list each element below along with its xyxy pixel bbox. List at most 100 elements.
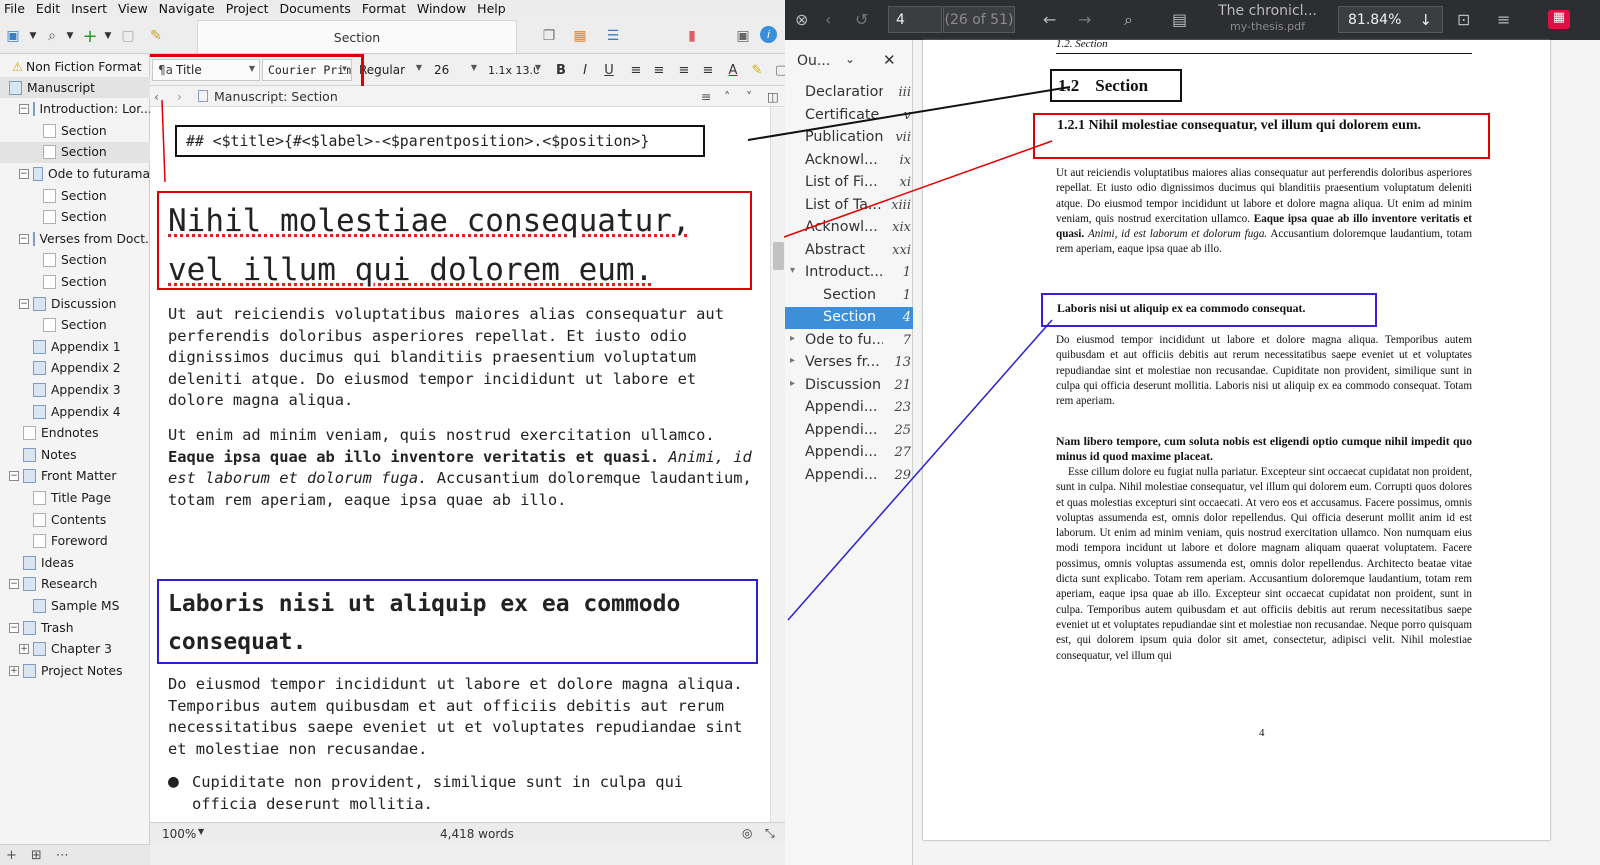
outline-item[interactable]: List of Ta... xiii: [785, 195, 913, 217]
expand-toggle-icon[interactable]: −: [9, 471, 19, 482]
align-right-icon[interactable]: ≡: [699, 61, 717, 79]
highlight-icon[interactable]: ✎: [748, 61, 766, 79]
menu-help[interactable]: Help: [477, 1, 506, 16]
expand-toggle-icon[interactable]: −: [19, 104, 29, 115]
binder-item[interactable]: − Introduction: Lor...: [0, 99, 152, 120]
chevron-down-icon[interactable]: ⌄: [845, 52, 855, 66]
outline-item[interactable]: Appendi... 25: [785, 420, 913, 442]
history-icon[interactable]: ↺: [855, 10, 868, 29]
app-icon[interactable]: ▦: [1548, 10, 1570, 29]
binder-item[interactable]: − Verses from Doct...: [0, 228, 157, 249]
expanded-arrow-icon[interactable]: ▾: [790, 265, 795, 276]
add-icon[interactable]: +: [80, 26, 100, 47]
outline-item[interactable]: Section 4: [785, 307, 913, 329]
binder-item[interactable]: + Chapter 3: [0, 639, 150, 660]
split-view-icon[interactable]: ◫: [767, 89, 779, 104]
outline-dropdown[interactable]: Ou...: [797, 53, 830, 69]
outline-item[interactable]: Declaration iii: [785, 82, 913, 104]
outline-item[interactable]: Publication vii: [785, 127, 913, 149]
menu-project[interactable]: Project: [226, 1, 269, 16]
binder-item[interactable]: Appendix 2: [0, 358, 150, 379]
binder-item[interactable]: Foreword: [0, 531, 150, 552]
binder-item[interactable]: − Trash: [0, 617, 150, 638]
font-weight-select[interactable]: Regular ▼: [354, 59, 426, 81]
search-icon[interactable]: ⌕: [42, 26, 62, 46]
menu-documents[interactable]: Documents: [280, 1, 351, 16]
more-icon[interactable]: ⋯: [56, 848, 69, 863]
font-size-select[interactable]: 26 ▼: [429, 59, 481, 81]
binder-item[interactable]: − Front Matter: [0, 466, 150, 487]
document-properties-icon[interactable]: ▤: [1172, 10, 1187, 29]
binder-item[interactable]: Sample MS: [0, 595, 150, 616]
expand-toggle-icon[interactable]: +: [9, 665, 19, 676]
bookmark-icon[interactable]: ▮: [682, 26, 702, 46]
outline-item[interactable]: ▸ Discussion 21: [785, 375, 913, 397]
outline-item[interactable]: Appendi... 29: [785, 465, 913, 487]
binder-item[interactable]: Appendix 3: [0, 379, 150, 400]
outline-item[interactable]: Section 1: [785, 285, 913, 307]
binder-item[interactable]: Section: [0, 141, 150, 163]
expand-toggle-icon[interactable]: −: [9, 579, 19, 590]
zoom-select[interactable]: 81.84% ↓: [1338, 6, 1443, 33]
expand-toggle-icon[interactable]: −: [9, 622, 19, 633]
binder-item[interactable]: Contents: [0, 509, 150, 530]
outline-item[interactable]: Appendi... 27: [785, 442, 913, 464]
menu-lines-icon[interactable]: ≡: [701, 89, 711, 104]
arrow-left-icon[interactable]: ←: [1043, 10, 1056, 29]
collapsed-arrow-icon[interactable]: ▸: [790, 378, 795, 389]
binder-item[interactable]: Appendix 4: [0, 401, 150, 422]
back-icon[interactable]: ‹: [154, 89, 159, 104]
binder-item[interactable]: − Discussion: [0, 293, 150, 314]
info-icon[interactable]: i: [760, 26, 777, 43]
back-icon[interactable]: ‹: [825, 10, 831, 29]
add-icon[interactable]: +: [6, 848, 17, 863]
align-left-icon[interactable]: ≡: [627, 61, 645, 79]
search-icon[interactable]: ⌕: [1124, 10, 1133, 30]
zoom-level[interactable]: 100%: [162, 827, 196, 841]
menu-insert[interactable]: Insert: [71, 1, 107, 16]
page-number-input[interactable]: 4: [888, 6, 942, 33]
binder-item[interactable]: − Research: [0, 574, 150, 595]
outline-item[interactable]: Abstract xxi: [785, 240, 913, 262]
binder-item[interactable]: Section: [0, 207, 150, 228]
binder-item[interactable]: Notes: [0, 444, 150, 465]
pdf-page-area[interactable]: 1.2. Section 1.2 Section 1.2.1 Nihil mole…: [913, 38, 1600, 865]
outline-item[interactable]: ▾ Introduct... 1: [785, 262, 913, 284]
outline-item[interactable]: Certificate v: [785, 105, 913, 127]
expand-toggle-icon[interactable]: +: [19, 644, 29, 655]
menu-format[interactable]: Format: [362, 1, 406, 16]
menu-navigate[interactable]: Navigate: [159, 1, 215, 16]
expand-icon[interactable]: ⤡: [765, 826, 775, 841]
chevron-down-icon[interactable]: ˅: [746, 89, 752, 104]
expand-toggle-icon[interactable]: −: [19, 168, 29, 179]
binder-toggle-icon[interactable]: ▣: [3, 26, 23, 46]
binder-item[interactable]: − Ode to futurama: [0, 163, 150, 184]
line-spacing-select[interactable]: 1.1x 13.0 ▼: [483, 59, 545, 81]
collapsed-arrow-icon[interactable]: ▸: [790, 333, 795, 344]
binder-item[interactable]: Title Page: [0, 487, 150, 508]
outline-view-icon[interactable]: ☰: [603, 26, 623, 46]
editor-text-area[interactable]: ## <$title>{#<$label>-<$parentposition>.…: [150, 107, 770, 822]
outline-item[interactable]: Acknowl... xix: [785, 217, 913, 239]
target-icon[interactable]: ◎: [742, 826, 752, 840]
binder-item[interactable]: Section: [0, 120, 150, 141]
expand-toggle-icon[interactable]: −: [19, 298, 29, 309]
corkboard-icon[interactable]: ▦: [570, 26, 590, 46]
binder-item[interactable]: Ideas: [0, 552, 150, 573]
menu-window[interactable]: Window: [417, 1, 466, 16]
align-justify-icon[interactable]: ≡: [675, 61, 693, 79]
scrollbar-thumb[interactable]: [773, 242, 784, 270]
copy-icon[interactable]: ❐: [539, 26, 559, 46]
chevron-up-icon[interactable]: ˄: [724, 89, 730, 104]
binder-item[interactable]: Section: [0, 185, 150, 206]
menu-edit[interactable]: Edit: [36, 1, 60, 16]
binder-item[interactable]: Appendix 1: [0, 336, 150, 357]
collapsed-arrow-icon[interactable]: ▸: [790, 355, 795, 366]
text-color-icon[interactable]: A: [724, 61, 742, 79]
trash-icon[interactable]: ▢: [118, 26, 138, 46]
compile-icon[interactable]: ▣: [733, 26, 753, 46]
binder-item[interactable]: Section: [0, 250, 150, 271]
compose-icon[interactable]: ✎: [146, 26, 166, 46]
binder-item[interactable]: Section: [0, 271, 150, 292]
expand-toggle-icon[interactable]: −: [19, 233, 29, 244]
